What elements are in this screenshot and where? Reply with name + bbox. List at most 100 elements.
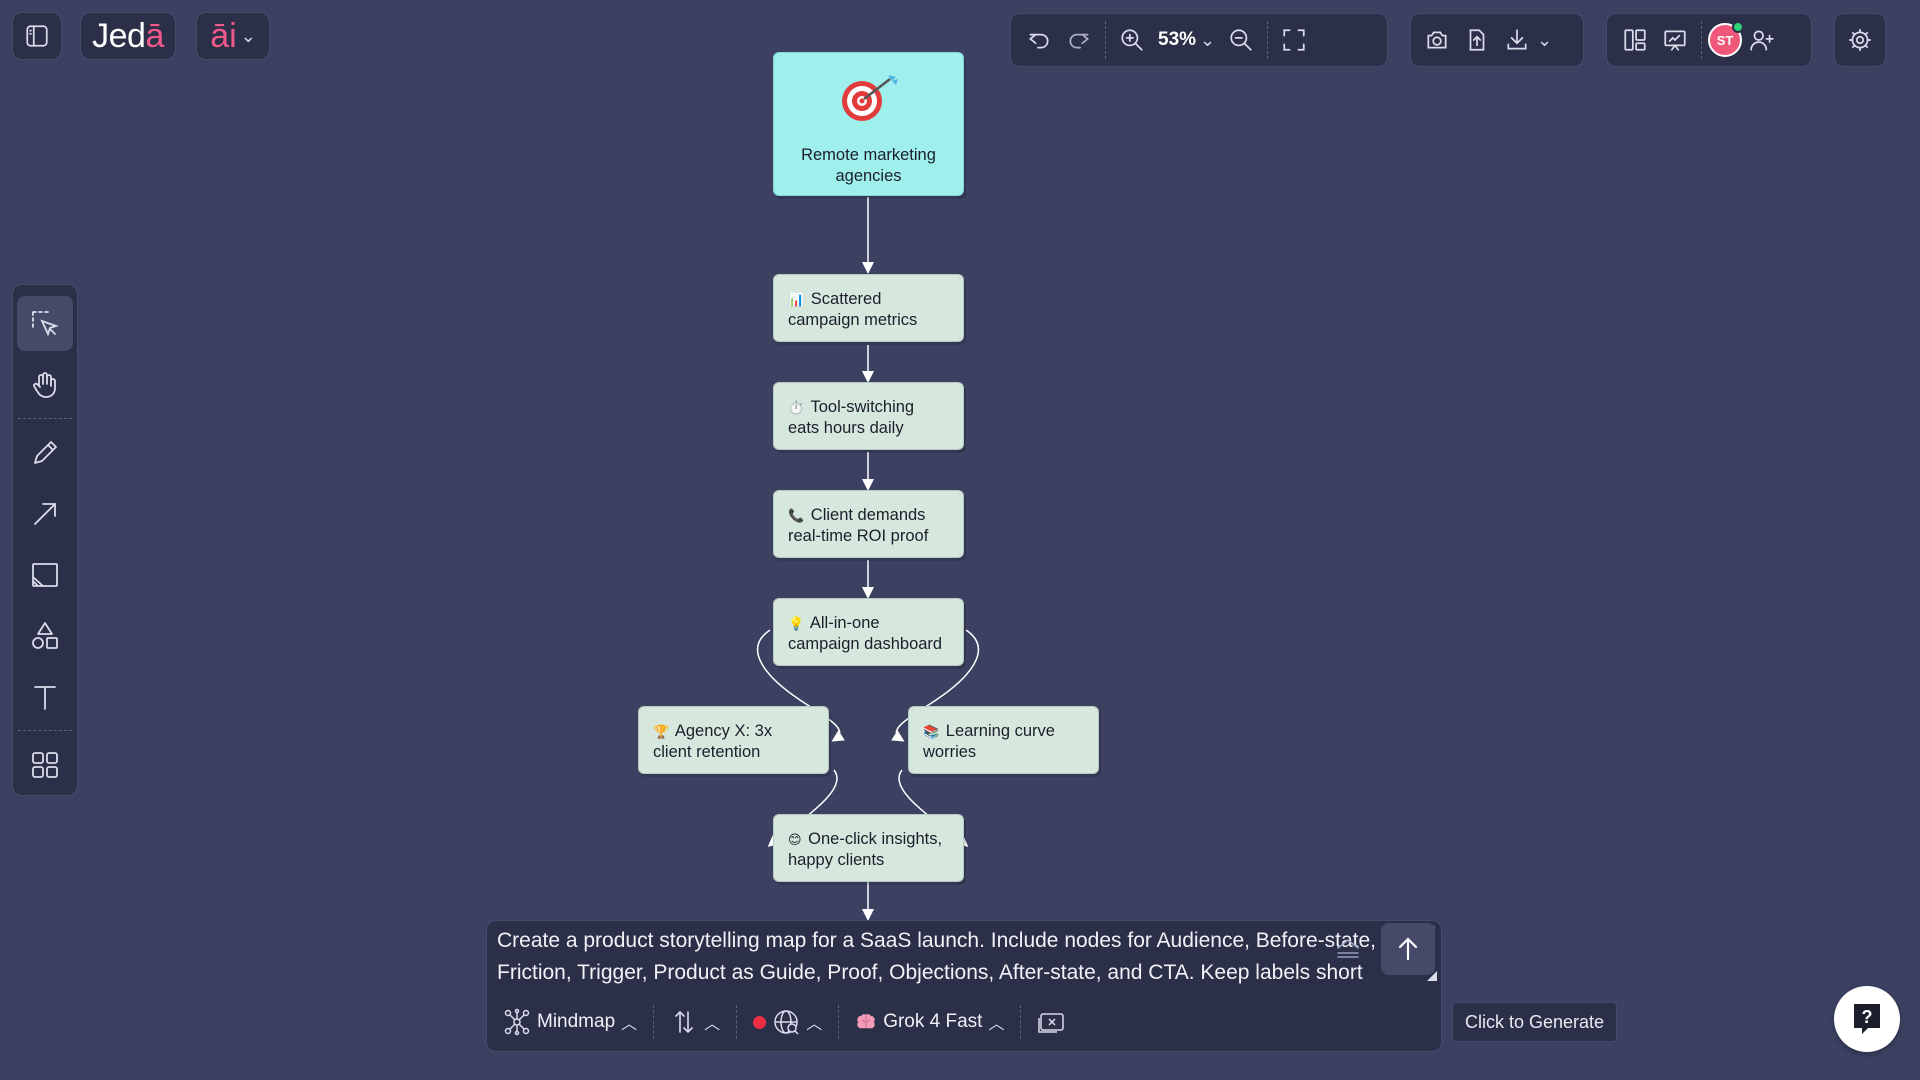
user-avatar[interactable]: ST xyxy=(1708,21,1744,57)
divider xyxy=(18,730,72,731)
mindmap-node[interactable]: 📞 Client demands real-time ROI proof xyxy=(773,490,964,558)
sidebar-toggle-button[interactable] xyxy=(12,12,62,60)
node-label: One-click insights, happy clients xyxy=(788,830,943,869)
invite-user-button[interactable] xyxy=(1742,20,1782,60)
node-label: Scattered campaign metrics xyxy=(788,290,918,329)
layout-button[interactable] xyxy=(1615,20,1655,60)
image-frame-icon xyxy=(32,562,58,587)
root-node[interactable]: Remote marketing agencies xyxy=(773,52,964,196)
mindmap-canvas[interactable]: Remote marketing agencies 📊 Scattered ca… xyxy=(0,0,1920,1080)
zoom-out-icon xyxy=(1230,29,1252,51)
zoom-level[interactable]: 53% xyxy=(1152,29,1200,51)
help-button[interactable]: ? xyxy=(1834,986,1900,1052)
chart-icon: 📊 xyxy=(788,292,805,307)
divider xyxy=(1020,1005,1022,1039)
screenshot-button[interactable] xyxy=(1417,20,1457,60)
app-logo[interactable]: Jed ā xyxy=(80,12,176,60)
file-upload-icon xyxy=(1469,29,1485,51)
brain-icon xyxy=(857,1014,875,1029)
globe-www-icon xyxy=(774,1010,799,1035)
zoom-in-button[interactable] xyxy=(1112,20,1152,60)
download-button[interactable] xyxy=(1497,20,1537,60)
svg-text:?: ? xyxy=(1862,1007,1873,1027)
export-toolbar: ⌄ xyxy=(1410,13,1584,67)
ai-prompt-panel: Create a product storytelling map for a … xyxy=(486,920,1442,1052)
grid-icon xyxy=(32,751,58,778)
model-label: Grok 4 Fast xyxy=(883,1011,983,1032)
pan-tool[interactable] xyxy=(17,357,73,412)
arrow-up-icon xyxy=(1398,937,1418,961)
phone-icon: 📞 xyxy=(788,508,805,523)
presentation-button[interactable] xyxy=(1655,20,1695,60)
mindmap-node[interactable]: 💡 All-in-one campaign dashboard xyxy=(773,598,964,666)
zoom-dropdown-chevron-icon[interactable]: ⌄ xyxy=(1200,30,1215,51)
mindmap-node[interactable]: 🏆 Agency X: 3x client retention xyxy=(638,706,829,774)
image-tool[interactable] xyxy=(17,547,73,602)
node-label: Agency X: 3x client retention xyxy=(653,722,773,761)
model-selector[interactable]: Grok 4 Fast ︿ xyxy=(849,1002,1010,1042)
settings-button[interactable] xyxy=(1834,13,1886,67)
mindmap-node[interactable]: 😊 One-click insights, happy clients xyxy=(773,814,964,882)
divider xyxy=(653,1005,655,1039)
mindmap-node[interactable]: 📊 Scattered campaign metrics xyxy=(773,274,964,342)
sidebar-panel-icon xyxy=(26,25,48,47)
node-label: Learning curve worries xyxy=(923,722,1055,761)
select-tool[interactable] xyxy=(17,296,73,351)
online-status-dot xyxy=(1732,21,1744,33)
text-tool[interactable] xyxy=(17,669,73,724)
generate-button[interactable] xyxy=(1381,923,1435,975)
pencil-icon xyxy=(34,440,57,464)
shapes-icon xyxy=(32,621,58,649)
trophy-icon: 🏆 xyxy=(653,724,670,739)
sort-arrows-icon xyxy=(675,1010,693,1034)
arrow-icon xyxy=(34,502,56,525)
divider xyxy=(838,1005,840,1039)
ai-label: āi xyxy=(210,16,237,55)
ai-menu-button[interactable]: āi ⌄ xyxy=(196,12,270,60)
hand-icon xyxy=(33,371,56,398)
mode-selector[interactable]: Mindmap ︿ xyxy=(497,1002,643,1042)
arrow-tool[interactable] xyxy=(17,486,73,541)
fullscreen-button[interactable] xyxy=(1274,20,1314,60)
drawing-toolbar xyxy=(12,284,78,796)
undo-icon xyxy=(1028,33,1049,49)
redo-button[interactable] xyxy=(1059,20,1099,60)
web-search-toggle[interactable]: ︿ xyxy=(747,1002,828,1042)
zoom-in-icon xyxy=(1121,29,1143,51)
chevron-up-icon: ︿ xyxy=(704,1016,721,1033)
collapse-button[interactable] xyxy=(1331,931,1365,965)
chevron-down-icon: ⌄ xyxy=(240,25,256,46)
divider xyxy=(736,1005,738,1039)
node-label: All-in-one campaign dashboard xyxy=(788,614,943,653)
mindmap-icon xyxy=(504,1008,530,1036)
status-dot xyxy=(753,1015,767,1029)
books-icon: 📚 xyxy=(923,724,940,739)
templates-tool[interactable] xyxy=(17,737,73,792)
mindmap-node[interactable]: ⏱️ Tool-switching eats hours daily xyxy=(773,382,964,450)
upload-button[interactable] xyxy=(1457,20,1497,60)
add-user-icon xyxy=(1750,30,1774,51)
download-dropdown-chevron-icon[interactable]: ⌄ xyxy=(1537,30,1552,51)
direction-selector[interactable]: ︿ xyxy=(664,1002,726,1042)
shapes-tool[interactable] xyxy=(17,608,73,663)
text-icon xyxy=(34,685,56,710)
divider xyxy=(1105,21,1106,59)
undo-button[interactable] xyxy=(1019,20,1059,60)
help-icon: ? xyxy=(1854,1004,1880,1034)
mindmap-node[interactable]: 📚 Learning curve worries xyxy=(908,706,1099,774)
mode-label: Mindmap xyxy=(537,1011,616,1032)
presentation-icon xyxy=(1664,30,1686,51)
generate-tooltip: Click to Generate xyxy=(1452,1002,1618,1042)
divider xyxy=(1267,21,1269,59)
prompt-input[interactable]: Create a product storytelling map for a … xyxy=(497,925,1417,993)
zoom-out-button[interactable] xyxy=(1221,20,1261,60)
clear-context-button[interactable] xyxy=(1031,1002,1071,1042)
prompt-options-bar: Mindmap ︿ ︿ ︿ Grok 4 Fast ︿ xyxy=(497,999,1435,1045)
collapse-up-icon xyxy=(1337,938,1359,958)
pencil-tool[interactable] xyxy=(17,425,73,480)
lightbulb-icon: 💡 xyxy=(788,616,805,631)
stopwatch-icon: ⏱️ xyxy=(788,400,805,415)
edit-toolbar: 53% ⌄ xyxy=(1010,13,1388,67)
user-initials: ST xyxy=(1716,32,1734,48)
logo-text: Jed xyxy=(92,16,146,55)
